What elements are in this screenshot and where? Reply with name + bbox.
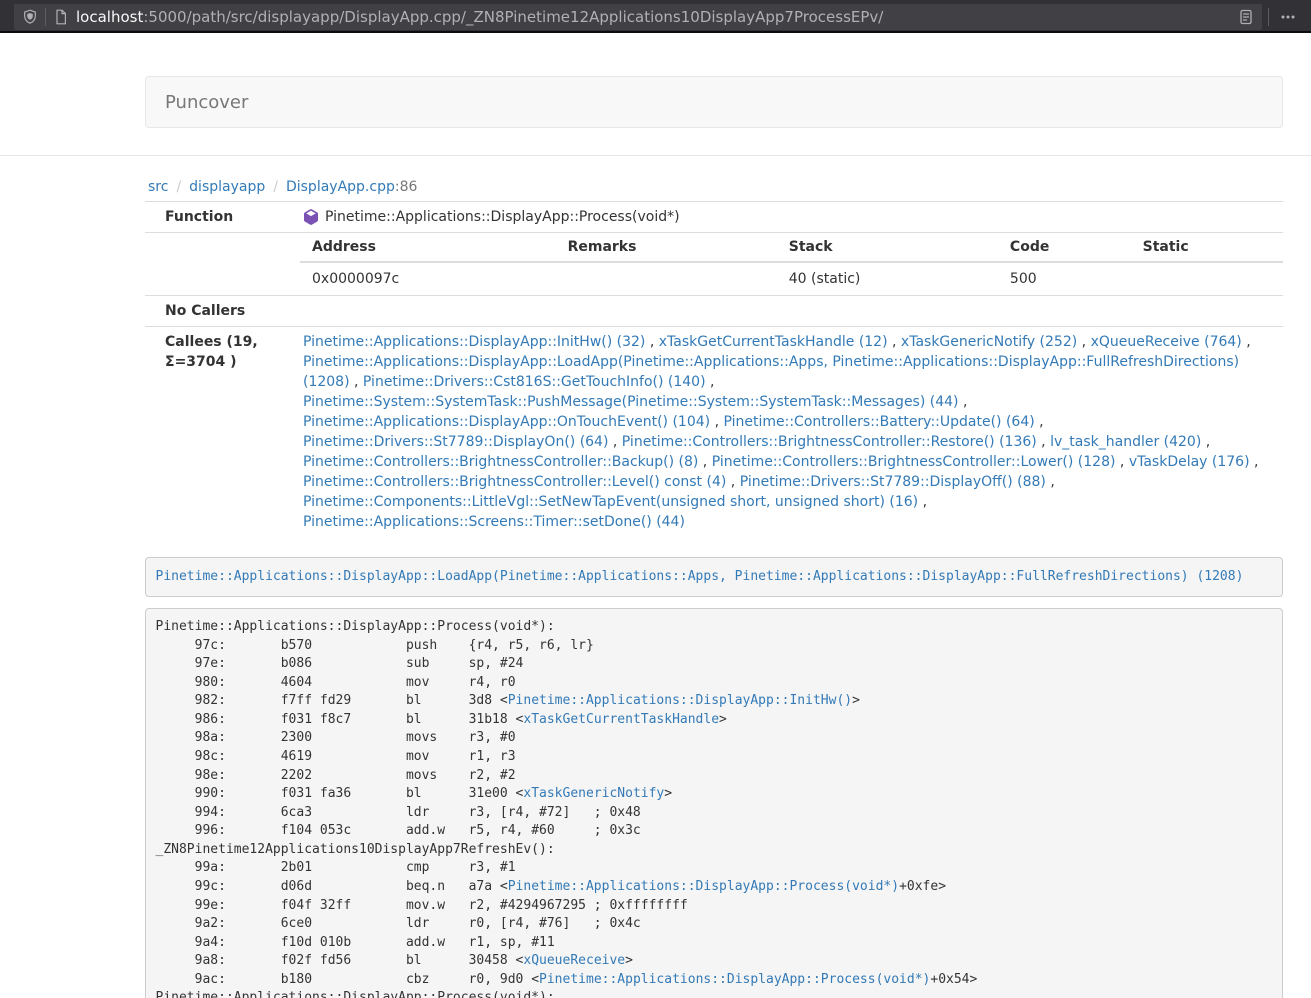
callee-link[interactable]: Pinetime::Applications::DisplayApp::Init… (303, 334, 645, 350)
callee-link[interactable]: Pinetime::Applications::Screens::Timer::… (303, 514, 685, 530)
callee-separator: , (726, 474, 739, 490)
breadcrumb-displayapp[interactable]: displayapp (189, 179, 265, 195)
callee-link[interactable]: Pinetime::Controllers::BrightnessControl… (303, 454, 698, 470)
callee-separator: , (959, 394, 968, 410)
url-path: :5000/path/src/displayapp/DisplayApp.cpp… (143, 8, 883, 26)
callee-link[interactable]: xTaskGetCurrentTaskHandle (12) (659, 334, 888, 350)
callee-separator: , (1077, 334, 1090, 350)
callee-link[interactable]: Pinetime::Applications::DisplayApp::OnTo… (303, 414, 710, 430)
url-host: localhost (76, 8, 143, 26)
col-remarks: Remarks (556, 233, 777, 262)
url-text: localhost:5000/path/src/displayapp/Displ… (76, 8, 1232, 26)
callee-link[interactable]: Pinetime::Components::LittleVgl::SetNewT… (303, 494, 918, 510)
col-static: Static (1131, 233, 1283, 262)
shield-icon (22, 9, 38, 25)
no-callers-row: No Callers (145, 296, 1283, 327)
breadcrumb-separator: / (176, 179, 181, 195)
stats-row-label (145, 233, 300, 296)
remarks-value (556, 262, 777, 295)
breadcrumb-line-number: :86 (395, 179, 418, 195)
toolbar-divider (1268, 8, 1269, 26)
callee-separator: , (888, 334, 901, 350)
address-value: 0x0000097c (300, 262, 556, 295)
stats-table: Address Remarks Stack Code Static 0x0000… (300, 233, 1283, 295)
callee-link[interactable]: Pinetime::System::SystemTask::PushMessag… (303, 394, 959, 410)
callee-separator: , (1115, 454, 1128, 470)
symbol-link[interactable]: Pinetime::Applications::DisplayApp::Proc… (539, 972, 930, 987)
code-value: 500 (998, 262, 1131, 295)
col-stack: Stack (777, 233, 998, 262)
disassembly-pre: Pinetime::Applications::DisplayApp::Proc… (145, 608, 1283, 998)
app-header: Puncover (145, 76, 1283, 128)
callee-link[interactable]: Pinetime::Controllers::BrightnessControl… (303, 474, 726, 490)
callee-separator: , (350, 374, 363, 390)
callee-separator: , (698, 454, 711, 470)
stats-row: Address Remarks Stack Code Static 0x0000… (145, 233, 1283, 296)
tracking-protection-button[interactable] (22, 9, 38, 25)
urlbar-divider (45, 8, 46, 26)
function-name: Pinetime::Applications::DisplayApp::Proc… (325, 207, 680, 227)
callee-link[interactable]: Pinetime::Controllers::BrightnessControl… (622, 434, 1037, 450)
callees-cell: Pinetime::Applications::DisplayApp::Init… (300, 327, 1283, 538)
callees-label: Callees (19, Σ=3704 ) (145, 327, 300, 538)
callee-link[interactable]: Pinetime::Controllers::Battery::Update()… (723, 414, 1034, 430)
breadcrumb-file[interactable]: DisplayApp.cpp (286, 179, 395, 195)
reader-mode-button[interactable] (1238, 9, 1254, 25)
callee-separator: , (918, 494, 927, 510)
callee-separator: , (710, 414, 723, 430)
package-icon (303, 209, 319, 225)
breadcrumb-src[interactable]: src (148, 179, 168, 195)
ellipsis-icon (1280, 9, 1296, 25)
callee-separator: , (1250, 454, 1259, 470)
symbol-link[interactable]: xQueueReceive (523, 953, 625, 968)
function-row: Function Pinetime::Applications::Display… (145, 202, 1283, 233)
symbol-link[interactable]: xTaskGetCurrentTaskHandle (523, 712, 719, 727)
callee-separator: , (608, 434, 621, 450)
app-brand[interactable]: Puncover (165, 92, 248, 113)
static-value (1131, 262, 1283, 295)
caller-snippet: Pinetime::Applications::DisplayApp::Load… (145, 557, 1283, 597)
callee-link[interactable]: xTaskGenericNotify (252) (901, 334, 1077, 350)
address-bar[interactable]: localhost:5000/path/src/displayapp/Displ… (14, 4, 1262, 30)
browser-toolbar: localhost:5000/path/src/displayapp/Displ… (0, 0, 1311, 33)
callee-link[interactable]: vTaskDelay (176) (1129, 454, 1250, 470)
callee-link[interactable]: Pinetime::Drivers::Cst816S::GetTouchInfo… (363, 374, 706, 390)
callee-link[interactable]: Pinetime::Drivers::St7789::DisplayOn() (… (303, 434, 608, 450)
breadcrumb: src / displayapp / DisplayApp.cpp:86 (145, 179, 1283, 195)
function-table: Function Pinetime::Applications::Display… (145, 201, 1283, 537)
symbol-link[interactable]: Pinetime::Applications::DisplayApp::Init… (508, 693, 852, 708)
col-address: Address (300, 233, 556, 262)
callee-separator: , (1242, 334, 1251, 350)
function-label: Function (145, 202, 300, 233)
callee-link[interactable]: lv_task_handler (420) (1050, 434, 1201, 450)
callee-separator: , (1046, 474, 1055, 490)
callee-link[interactable]: xQueueReceive (764) (1091, 334, 1242, 350)
stack-value: 40 (static) (777, 262, 998, 295)
symbol-link[interactable]: Pinetime::Applications::DisplayApp::Proc… (508, 879, 899, 894)
no-callers-label: No Callers (145, 296, 300, 327)
header-divider (0, 155, 1311, 156)
callee-separator: , (645, 334, 658, 350)
callee-separator: , (1037, 434, 1050, 450)
symbol-link[interactable]: xTaskGenericNotify (523, 786, 664, 801)
callee-separator: , (1035, 414, 1044, 430)
page-icon (53, 9, 69, 25)
col-code: Code (998, 233, 1131, 262)
callee-link[interactable]: Pinetime::Controllers::BrightnessControl… (712, 454, 1116, 470)
breadcrumb-separator: / (273, 179, 278, 195)
overflow-menu-button[interactable] (1275, 4, 1301, 30)
callees-row: Callees (19, Σ=3704 ) Pinetime::Applicat… (145, 327, 1283, 538)
reader-mode-icon (1238, 9, 1254, 25)
callee-separator: , (706, 374, 715, 390)
caller-snippet-link[interactable]: Pinetime::Applications::DisplayApp::Load… (156, 569, 1244, 584)
callee-separator: , (1201, 434, 1210, 450)
stats-values-row: 0x0000097c 40 (static) 500 (300, 262, 1283, 295)
callee-link[interactable]: Pinetime::Drivers::St7789::DisplayOff() … (740, 474, 1046, 490)
